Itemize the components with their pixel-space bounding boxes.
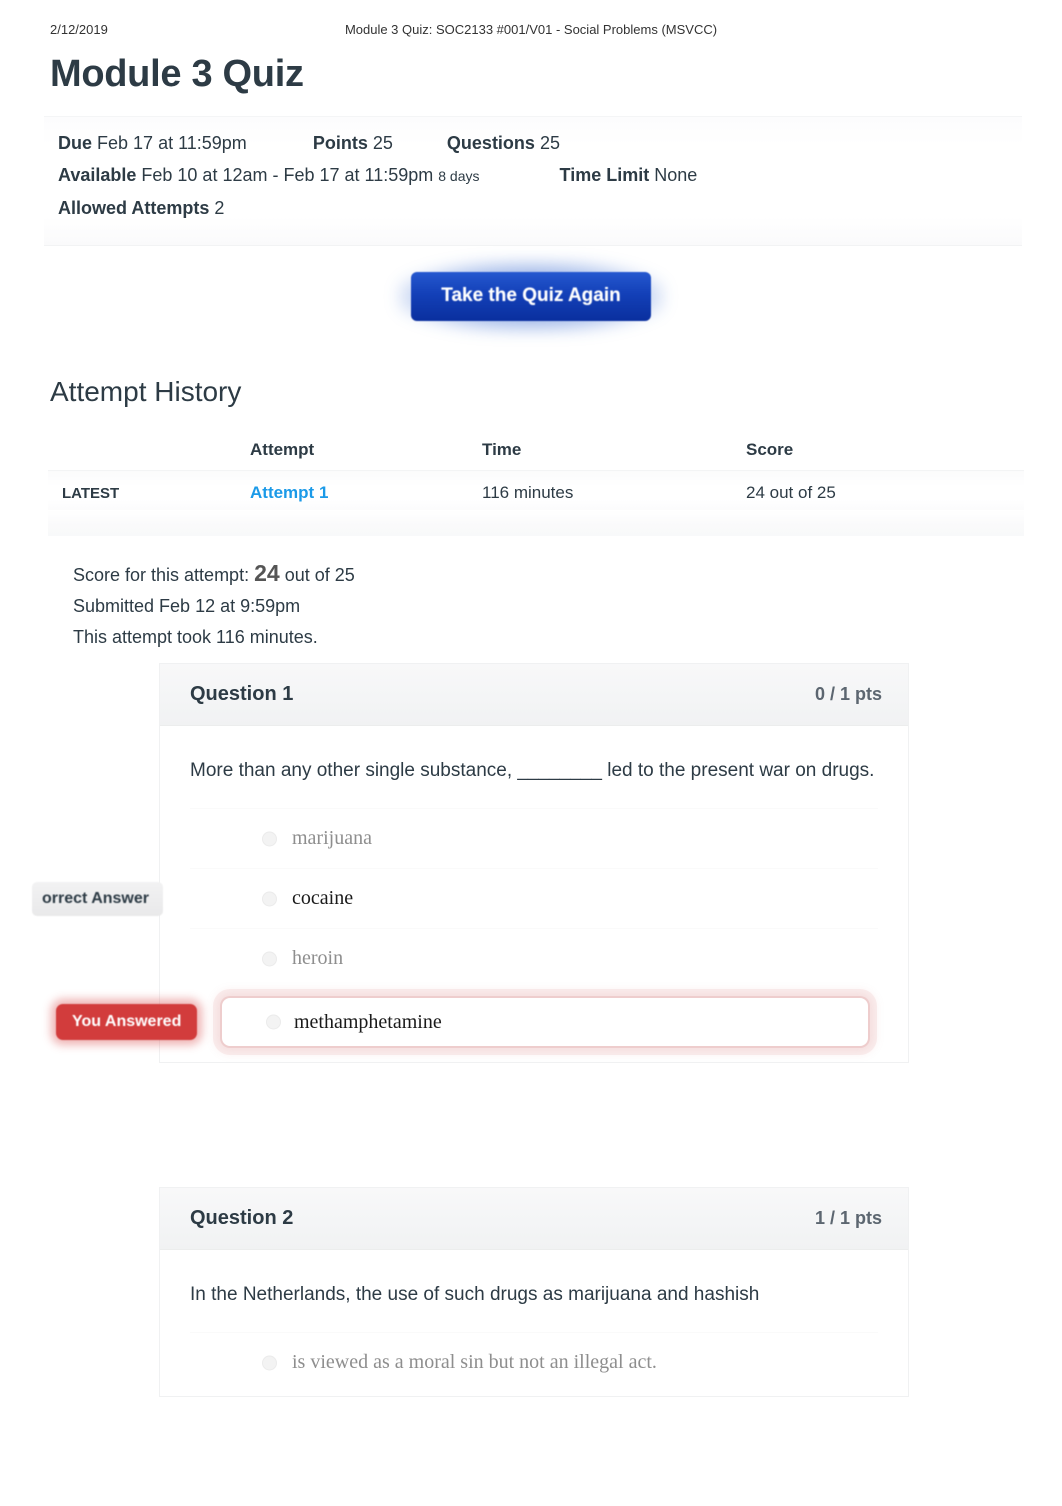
attempt-link[interactable]: Attempt 1 [250, 483, 482, 503]
radio-icon[interactable] [262, 831, 277, 846]
allowed-attempts-label: Allowed Attempts [58, 198, 210, 218]
time-limit-label: Time Limit [559, 165, 650, 185]
attempt-kept-badge: LATEST [62, 484, 120, 502]
attempt-history-footer-band [48, 510, 1024, 536]
column-header-attempt: Attempt [250, 440, 315, 459]
score-prefix: Score for this attempt: [73, 565, 250, 585]
quiz-details-row-3: Allowed Attempts 2 [58, 192, 1018, 224]
quiz-details-row-1: Due Feb 17 at 11:59pm Points 25 Question… [58, 127, 1018, 159]
answer-label: cocaine [292, 887, 354, 909]
score-value: 24 [254, 560, 280, 586]
score-suffix: out of 25 [284, 565, 355, 585]
attempt-summary: Score for this attempt: 24 out of 25 Sub… [73, 558, 355, 653]
you-answered-badge: You Answered [56, 1004, 198, 1040]
question-body-2: In the Netherlands, the use of such drug… [160, 1250, 908, 1396]
points-label: Points [312, 133, 368, 153]
attempt-history-heading: Attempt History [50, 376, 242, 407]
answer-option[interactable]: marijuana [190, 808, 878, 868]
radio-icon[interactable] [262, 951, 277, 966]
answer-option[interactable]: heroin [190, 928, 878, 988]
table-header-row: Attempt Time Score [48, 430, 1024, 470]
answer-label: marijuana [292, 827, 372, 849]
available-label: Available [58, 165, 137, 185]
page-bottom-fade [0, 1436, 1062, 1506]
attempt-time: 116 minutes [482, 483, 574, 502]
question-header-2: Question 2 1 / 1 pts [160, 1188, 908, 1250]
available-duration: 8 days [438, 168, 480, 184]
page-title: Module 3 Quiz [50, 53, 304, 95]
time-limit-value: None [654, 165, 698, 185]
attempt-score: 24 out of 25 [746, 483, 836, 502]
radio-icon[interactable] [266, 1014, 281, 1030]
allowed-attempts-value: 2 [214, 198, 225, 218]
attempt-score-line: Score for this attempt: 24 out of 25 [73, 558, 355, 591]
question-name-1: Question 1 [190, 683, 294, 705]
attempt-history-table: Attempt Time Score LATEST Attempt 1 116 … [48, 430, 1024, 516]
answer-option-selected[interactable]: You Answered methamphetamine [56, 996, 870, 1048]
answer-option[interactable]: is viewed as a moral sin but not an ille… [190, 1332, 878, 1392]
question-points-2: 1 / 1 pts [814, 1208, 882, 1228]
questions-label: Questions [446, 133, 535, 153]
question-block-2: Question 2 1 / 1 pts In the Netherlands,… [160, 1188, 908, 1396]
available-value: Feb 10 at 12am - Feb 17 at 11:59pm [141, 165, 434, 185]
points-value: 25 [372, 133, 393, 153]
attempt-duration: This attempt took 116 minutes. [73, 627, 318, 647]
radio-icon[interactable] [262, 891, 277, 906]
answer-label: heroin [292, 947, 344, 969]
question-points-1: 0 / 1 pts [814, 684, 882, 704]
question-block-1: Question 1 0 / 1 pts More than any other… [32, 664, 908, 1062]
due-value: Feb 17 at 11:59pm [97, 133, 247, 153]
answer-option-correct[interactable]: orrect Answer cocaine [32, 868, 878, 928]
answer-label: is viewed as a moral sin but not an ille… [292, 1351, 657, 1373]
attempt-submitted: Submitted Feb 12 at 9:59pm [73, 596, 301, 616]
question-body-1: More than any other single substance, __… [32, 726, 908, 1062]
quiz-details-row-2: Available Feb 10 at 12am - Feb 17 at 11:… [58, 159, 1018, 192]
question-text-1: More than any other single substance, __… [190, 760, 875, 781]
question-name-2: Question 2 [190, 1207, 294, 1229]
quiz-details: Due Feb 17 at 11:59pm Points 25 Question… [58, 127, 1018, 224]
column-header-score: Score [746, 440, 794, 459]
question-header-1: Question 1 0 / 1 pts [160, 664, 908, 726]
print-page-title: Module 3 Quiz: SOC2133 #001/V01 - Social… [344, 22, 718, 37]
radio-icon[interactable] [262, 1355, 277, 1370]
take-quiz-again-area: Take the Quiz Again [0, 260, 1062, 333]
take-quiz-again-button[interactable]: Take the Quiz Again [411, 272, 651, 321]
answer-label: methamphetamine [294, 1010, 442, 1033]
due-label: Due [58, 133, 93, 153]
question-text-2: In the Netherlands, the use of such drug… [190, 1284, 760, 1305]
correct-answer-badge: orrect Answer [32, 881, 163, 916]
answer-list-1: marijuana orrect Answer cocaine heroin Y… [32, 808, 878, 1048]
print-header: 2/12/2019 Module 3 Quiz: SOC2133 #001/V0… [0, 22, 1062, 42]
column-header-time: Time [482, 440, 522, 459]
answer-list-2: is viewed as a moral sin but not an ille… [190, 1332, 878, 1392]
questions-value: 25 [539, 133, 560, 153]
